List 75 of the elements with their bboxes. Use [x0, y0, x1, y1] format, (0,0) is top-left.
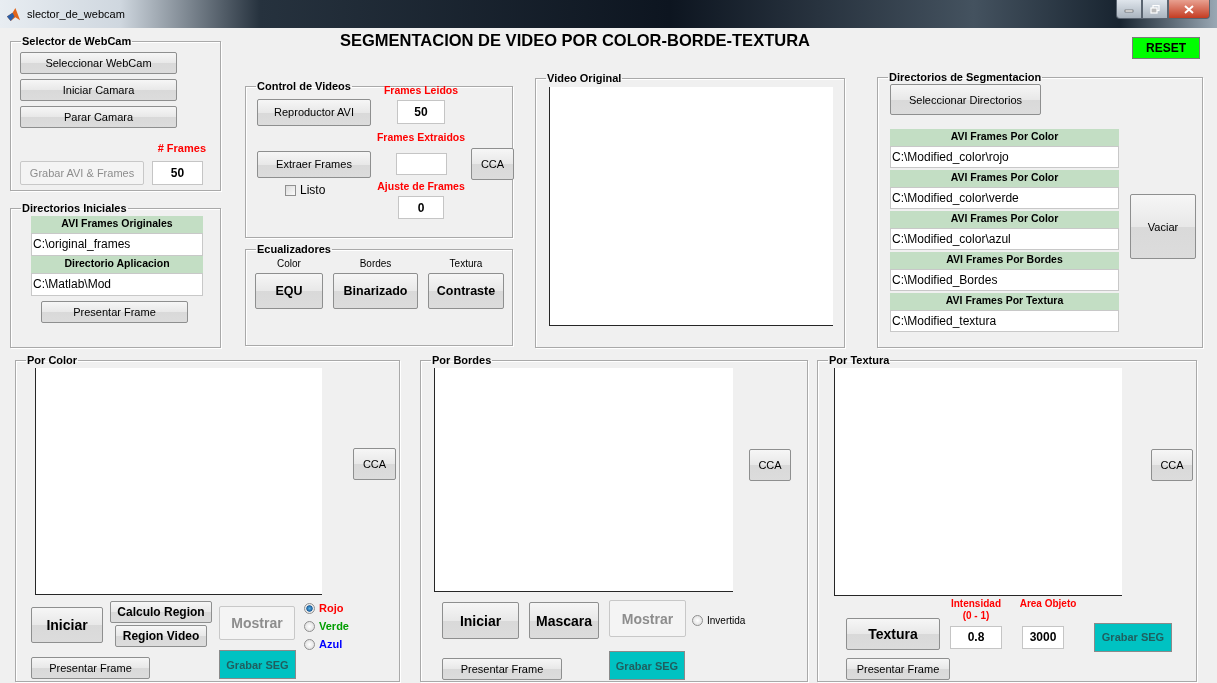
app-icon [6, 6, 21, 22]
frames-extracted-field[interactable] [395, 153, 447, 175]
frames-read-label: Frames Leidos [383, 84, 459, 98]
equalizer-label: Textura [449, 258, 483, 269]
texture-button[interactable]: Textura [846, 618, 940, 650]
present-frame-button[interactable]: Presentar Frame [442, 658, 562, 680]
field-label: AVI Frames Por Color [890, 211, 1119, 228]
ready-checkbox[interactable]: Listo [285, 183, 371, 197]
path-field[interactable]: C:\Modified_color\rojo [890, 146, 1119, 168]
panel-title: Control de Videos [256, 80, 352, 93]
field-label: AVI Frames Originales [31, 216, 203, 233]
select-directories-button[interactable]: Seleccionar Directorios [890, 84, 1041, 115]
region-button[interactable]: Region Video [115, 625, 207, 647]
panel-title: Directorios de Segmentacion [888, 71, 1043, 84]
window-title: slector_de_webcam [27, 8, 125, 20]
panel-title: Ecualizadores [256, 243, 332, 256]
minimize-button[interactable] [1116, 0, 1142, 19]
field-label: AVI Frames Por Textura [890, 293, 1119, 310]
reset-button[interactable]: RESET [1132, 37, 1200, 59]
intensity-label: Intensidad (0 - 1) [951, 598, 1001, 620]
panel-title: Por Textura [828, 354, 891, 367]
path-field[interactable]: C:\Modified_textura [890, 310, 1119, 332]
frames-label: # Frames [157, 142, 206, 154]
field-label: AVI Frames Por Bordes [890, 252, 1119, 269]
path-field[interactable]: C:\Modified_color\azul [890, 228, 1119, 250]
start-button[interactable]: Iniciar [442, 602, 519, 639]
panel-title: Por Bordes [431, 354, 493, 367]
equalizer-label: Bordes [359, 258, 392, 269]
equalizer-label: Color [277, 258, 301, 269]
path-field[interactable]: C:\original_frames [31, 233, 203, 256]
panel-title: Por Color [26, 354, 79, 367]
equalizer-button[interactable]: EQU [255, 273, 323, 309]
close-icon [1184, 4, 1194, 14]
area-field[interactable]: 3000 [1022, 625, 1064, 649]
path-field[interactable]: C:\Modified_color\verde [890, 187, 1119, 209]
path-field[interactable]: C:\Modified_Bordes [890, 269, 1119, 291]
cca-button[interactable]: CCA [749, 449, 791, 481]
webcam-button[interactable]: Seleccionar WebCam [20, 52, 177, 74]
field-label: AVI Frames Por Color [890, 170, 1119, 187]
webcam-button[interactable]: Parar Camara [20, 106, 177, 128]
frames-read-field[interactable]: 50 [397, 100, 445, 124]
intensity-field[interactable]: 0.8 [950, 625, 1002, 649]
path-field[interactable]: C:\Matlab\Mod [31, 273, 203, 296]
equalizer-button[interactable]: Binarizado [333, 273, 418, 309]
present-frame-button[interactable]: Presentar Frame [41, 301, 188, 323]
maximize-button[interactable] [1142, 0, 1168, 19]
maximize-icon [1150, 4, 1160, 14]
panel-title: Selector de WebCam [21, 35, 133, 48]
panel-title: Video Original [546, 72, 623, 85]
frame-adjust-field[interactable]: 0 [398, 196, 444, 219]
frames-extracted-label: Frames Extraidos [376, 131, 466, 143]
cca-button[interactable]: CCA [471, 148, 514, 180]
present-frame-button[interactable]: Presentar Frame [31, 657, 150, 679]
cca-button[interactable]: CCA [1151, 449, 1193, 481]
frame-adjust-label: Ajuste de Frames [377, 180, 465, 194]
frames-field[interactable]: 50 [152, 161, 203, 185]
region-button[interactable]: Calculo Region [110, 601, 212, 623]
panel-title: Directorios Iniciales [21, 202, 128, 215]
present-frame-button[interactable]: Presentar Frame [846, 658, 950, 680]
equalizer-button[interactable]: Contraste [428, 273, 504, 309]
field-label: Directorio Aplicacion [31, 256, 203, 273]
webcam-button[interactable]: Iniciar Camara [20, 79, 177, 101]
clear-button[interactable]: Vaciar [1130, 194, 1196, 259]
close-button[interactable] [1168, 0, 1210, 19]
field-label: AVI Frames Por Color [890, 129, 1119, 146]
cca-button[interactable]: CCA [353, 448, 396, 480]
start-button[interactable]: Iniciar [31, 607, 103, 643]
area-label: Area Objeto [1019, 598, 1077, 611]
mask-button[interactable]: Mascara [529, 602, 599, 639]
invert-radio[interactable]: Invertida [692, 615, 807, 626]
color-radio[interactable]: Rojo [304, 602, 344, 614]
color-radio[interactable]: Azul [304, 638, 343, 650]
extract-frames-button[interactable]: Extraer Frames [257, 150, 371, 178]
play-avi-button[interactable]: Reproductor AVI [257, 98, 371, 126]
page-heading: SEGMENTACION DE VIDEO POR COLOR-BORDE-TEXTURA [339, 31, 811, 51]
